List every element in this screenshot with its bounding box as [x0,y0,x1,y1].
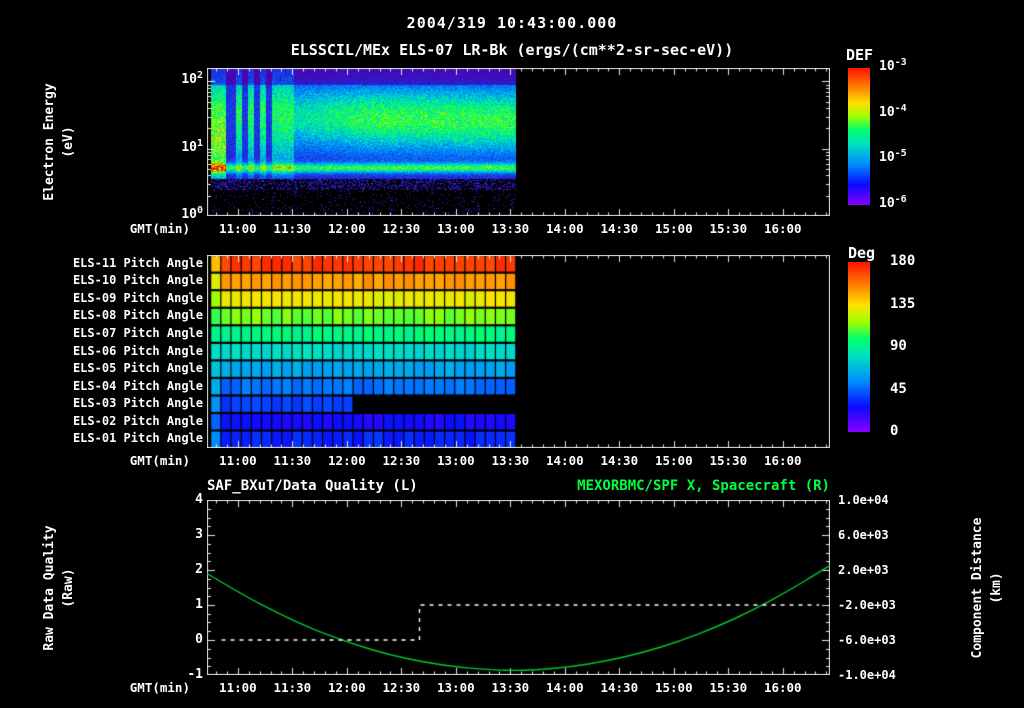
x-tick-label: 15:00 [654,680,693,695]
x-axis-unit-label: GMT(min) [129,453,190,468]
x-tick-label: 11:00 [219,221,257,236]
raw-quality-tick-label: 2 [195,562,203,577]
pitch-row-label: ELS-02 Pitch Angle [72,413,203,428]
distance-tick-label: 2.0e+03 [838,563,889,577]
x-tick-label: 12:30 [382,680,421,695]
x-tick-label: 11:30 [273,680,312,695]
x-tick-label: 16:00 [763,221,802,236]
component-distance-axis-label: Component Distance (km) [970,517,1004,659]
distance-tick-label: 6.0e+03 [838,528,889,542]
pitch-row-label: ELS-05 Pitch Angle [72,361,203,376]
raw-quality-tick-label: 0 [195,632,203,647]
raw-quality-tick-label: 4 [195,492,203,507]
x-axis-unit-label: GMT(min) [129,221,190,236]
def-colorbar-tick-label: 10-4 [879,102,907,120]
pitch-row-label: ELS-03 Pitch Angle [72,396,203,411]
x-tick-label: 16:00 [763,453,802,468]
distance-tick-label: -6.0e+03 [838,633,896,647]
x-tick-label: 12:00 [328,453,366,468]
x-tick-label: 15:00 [654,221,693,236]
x-axis-unit-label: GMT(min) [129,680,190,695]
x-tick-label: 13:30 [491,453,530,468]
raw-quality-tick-label: 3 [195,527,203,542]
x-tick-label: 11:30 [273,221,312,236]
def-colorbar-title: DEF [846,46,874,64]
deg-colorbar [848,262,870,432]
x-tick-label: 11:00 [219,453,257,468]
pitch-row-label: ELS-07 Pitch Angle [72,325,203,340]
pitch-row-label: ELS-08 Pitch Angle [72,308,203,323]
x-tick-label: 11:30 [273,453,312,468]
distance-tick-label: -2.0e+03 [838,598,896,612]
x-tick-label: 14:30 [600,680,639,695]
def-colorbar-tick-label: 10-6 [879,194,907,211]
def-colorbar-tick-label: 10-5 [879,148,907,166]
plot-timestamp-title: 2004/319 10:43:00.000 [406,14,618,32]
x-tick-label: 15:00 [654,453,693,468]
deg-colorbar-tick-label: 45 [890,380,907,397]
x-tick-label: 13:30 [491,680,530,695]
spacecraft-panel-title: MEXORBMC/SPF X, Spacecraft (R) [577,478,830,494]
x-tick-label: 13:00 [437,221,475,236]
deg-colorbar-title: Deg [848,244,876,262]
x-tick-label: 14:00 [545,221,584,236]
def-colorbar [848,68,870,205]
distance-tick-label: -1.0e+04 [838,668,896,682]
x-tick-label: 14:00 [545,680,584,695]
x-tick-label: 15:30 [709,680,748,695]
deg-colorbar-tick-label: 180 [890,253,916,269]
x-tick-label: 11:00 [219,680,257,695]
x-tick-label: 16:00 [763,680,802,695]
pitch-row-label: ELS-01 Pitch Angle [72,431,203,446]
deg-colorbar-tick-label: 0 [890,423,899,439]
pitch-angle-heatmap [207,255,830,448]
x-tick-label: 13:00 [437,680,475,695]
x-tick-label: 15:30 [709,221,748,236]
energy-y-tick-label: 100 [181,205,203,222]
deg-colorbar-tick-label: 135 [890,295,916,312]
x-tick-label: 14:30 [600,221,639,236]
x-tick-label: 13:00 [437,453,475,468]
x-tick-label: 15:30 [709,453,748,468]
pitch-row-label: ELS-11 Pitch Angle [72,255,203,270]
x-tick-label: 12:00 [328,680,366,695]
pitch-row-label: ELS-10 Pitch Angle [72,273,203,288]
x-tick-label: 14:00 [545,453,584,468]
raw-quality-axis-label: Raw Data Quality (Raw) [42,525,76,651]
quality-distance-line-plot [207,500,830,675]
electron-energy-spectrogram [207,68,830,216]
x-tick-label: 14:30 [600,453,639,468]
x-tick-label: 12:30 [382,221,421,236]
energy-axis-label: Electron Energy (eV) [42,83,76,201]
energy-y-tick-label: 102 [181,70,203,88]
pitch-row-label: ELS-06 Pitch Angle [72,343,203,358]
energy-y-tick-label: 101 [181,137,203,155]
x-tick-label: 12:30 [382,453,421,468]
pitch-row-label: ELS-04 Pitch Angle [72,378,203,393]
x-tick-label: 13:30 [491,221,530,236]
distance-tick-label: 1.0e+04 [838,493,889,507]
x-tick-label: 12:00 [328,221,366,236]
cdaweb-multipanel-plot: 2004/319 10:43:00.000 ELSSCIL/MEx ELS-07… [0,0,1024,708]
def-colorbar-tick-label: 10-3 [879,57,907,74]
raw-quality-tick-label: 1 [195,597,203,612]
deg-colorbar-tick-label: 90 [890,338,907,354]
pitch-row-label: ELS-09 Pitch Angle [72,290,203,305]
